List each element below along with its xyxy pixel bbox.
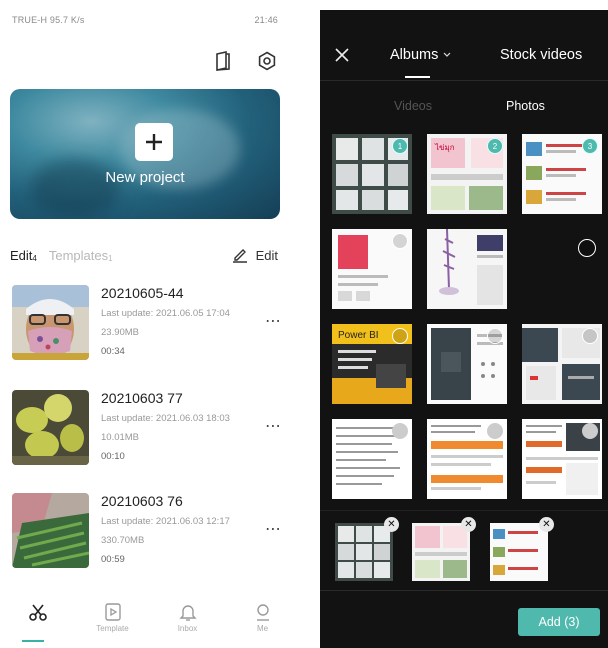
close-icon[interactable]: [334, 47, 350, 68]
project-item[interactable]: 20210605-44 Last update: 2021.06.05 17:0…: [12, 285, 282, 365]
selected-item[interactable]: ✕: [412, 517, 476, 581]
remove-icon[interactable]: ✕: [539, 517, 554, 532]
nav-me[interactable]: Me: [225, 602, 300, 648]
nav-template[interactable]: Template: [75, 602, 150, 648]
bell-icon: [178, 605, 197, 621]
more-options-icon[interactable]: ⋯: [265, 311, 282, 331]
project-name: 20210605-44: [101, 285, 184, 301]
project-item[interactable]: 20210603 76 Last update: 2021.06.03 12:1…: [12, 493, 282, 573]
selection-circle: [487, 328, 503, 344]
projects-screen: TRUE-H 95.7 K/s 21:46 New project Edit4 …: [0, 0, 300, 648]
photo-thumb[interactable]: [427, 324, 507, 404]
powerbi-text: Power BI: [338, 330, 379, 341]
remove-icon[interactable]: ✕: [384, 517, 399, 532]
selection-circle: [582, 423, 598, 439]
settings-icon[interactable]: [256, 50, 278, 72]
project-item[interactable]: 20210603 77 Last update: 2021.06.03 18:0…: [12, 390, 282, 470]
tab-photos[interactable]: Photos: [506, 99, 545, 113]
photo-thumb[interactable]: [427, 419, 507, 499]
svg-text:ไข่มุก: ไข่มุก: [434, 143, 455, 152]
project-thumbnail: [12, 390, 89, 465]
project-thumbnail: [12, 285, 89, 360]
project-last-update: Last update: 2021.06.03 12:17: [101, 516, 230, 527]
pencil-icon: [232, 249, 247, 263]
active-nav-indicator: [22, 640, 44, 642]
plus-icon: [135, 123, 173, 161]
new-project-button[interactable]: New project: [10, 89, 280, 219]
project-size: 10.01MB: [101, 432, 140, 443]
project-name: 20210603 76: [101, 493, 183, 509]
tab-stock-videos[interactable]: Stock videos: [500, 47, 582, 63]
project-last-update: Last update: 2021.06.05 17:04: [101, 308, 230, 319]
chevron-down-icon: [443, 52, 451, 57]
scissors-icon: [28, 604, 47, 621]
tab-templates[interactable]: Templates1: [49, 248, 113, 263]
albums-dropdown[interactable]: Albums: [390, 47, 452, 63]
edit-action-button[interactable]: Edit: [232, 247, 278, 263]
tab-edit[interactable]: Edit4: [10, 248, 37, 263]
photo-thumb[interactable]: [522, 324, 602, 404]
photo-thumb[interactable]: [522, 229, 602, 309]
photo-thumb[interactable]: [522, 419, 602, 499]
project-duration: 00:59: [101, 554, 125, 565]
photo-thumb[interactable]: [332, 229, 412, 309]
tab-videos[interactable]: Videos: [394, 99, 432, 113]
selection-circle: [392, 233, 408, 249]
bottom-nav: Template Inbox Me: [0, 602, 300, 648]
template-icon: [104, 603, 121, 621]
remove-icon[interactable]: ✕: [461, 517, 476, 532]
photo-thumb[interactable]: Power BI: [332, 324, 412, 404]
photo-thumb[interactable]: ไข่มุก 2: [427, 134, 507, 214]
person-icon: [256, 604, 269, 621]
project-size: 330.70MB: [101, 535, 145, 546]
new-project-label: New project: [105, 169, 185, 186]
network-speed: 95.7 K/s: [49, 15, 85, 25]
selection-circle: [578, 239, 596, 257]
project-name: 20210603 77: [101, 390, 183, 406]
selection-badge: 3: [582, 138, 598, 154]
photo-thumb[interactable]: 1: [332, 134, 412, 214]
selected-items-tray: ✕ ✕ ✕: [320, 510, 608, 590]
selection-badge: 1: [392, 138, 408, 154]
selection-badge: 2: [487, 138, 503, 154]
nav-inbox[interactable]: Inbox: [150, 602, 225, 648]
status-bar: TRUE-H 95.7 K/s 21:46: [12, 12, 278, 28]
photo-thumb[interactable]: 3: [522, 134, 602, 214]
selection-circle: [392, 328, 408, 344]
project-duration: 00:34: [101, 346, 125, 357]
add-button[interactable]: Add (3): [518, 608, 600, 636]
media-picker-screen: Albums Stock videos Videos Photos 1 ไข่ม…: [320, 10, 608, 648]
photo-thumb[interactable]: [427, 229, 507, 309]
project-last-update: Last update: 2021.06.03 18:03: [101, 413, 230, 424]
selection-circle: [392, 423, 408, 439]
albums-underline: [405, 76, 430, 78]
selected-item[interactable]: ✕: [490, 517, 554, 581]
project-duration: 00:10: [101, 451, 125, 462]
selection-circle: [582, 328, 598, 344]
project-size: 23.90MB: [101, 327, 140, 338]
selection-circle: [487, 423, 503, 439]
more-options-icon[interactable]: ⋯: [265, 519, 282, 539]
book-icon[interactable]: [212, 50, 234, 72]
project-thumbnail: [12, 493, 89, 568]
carrier-text: TRUE-H: [12, 15, 48, 25]
more-options-icon[interactable]: ⋯: [265, 416, 282, 436]
clock: 21:46: [254, 15, 278, 25]
selected-item[interactable]: ✕: [335, 517, 399, 581]
photo-thumb[interactable]: [332, 419, 412, 499]
